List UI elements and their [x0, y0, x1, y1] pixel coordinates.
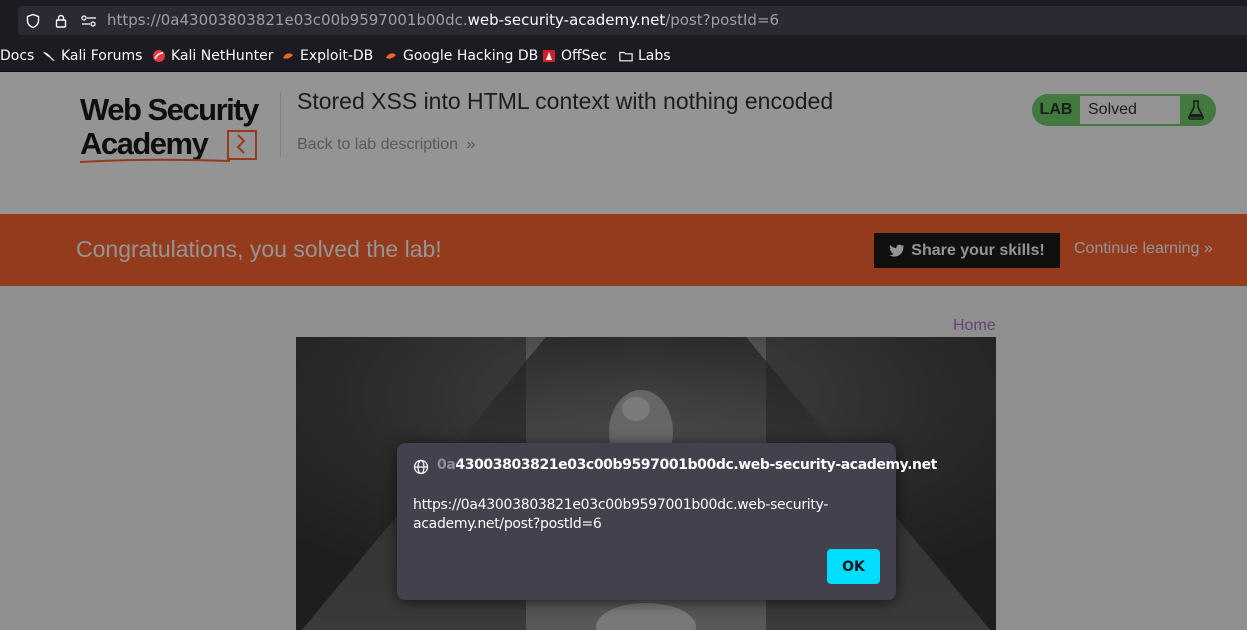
bookmark-docs[interactable]: Docs	[0, 40, 34, 72]
bookmark-label: Kali NetHunter	[171, 48, 274, 64]
bookmark-exploit-db[interactable]: Exploit-DB	[281, 40, 373, 72]
bookmark-ghdb[interactable]: Google Hacking DB	[384, 40, 538, 72]
exploitdb-icon	[281, 49, 295, 63]
bookmark-label: Exploit-DB	[300, 48, 374, 64]
lock-icon[interactable]	[50, 6, 72, 35]
bookmark-label: Docs	[0, 48, 35, 64]
alert-dialog: 0a43003803821e03c00b9597001b00dc.web-sec…	[397, 443, 937, 600]
url-prefix: https://0a43003803821e03c00b9597001b00dc…	[107, 11, 468, 29]
address-bar[interactable]: https://0a43003803821e03c00b9597001b00dc…	[18, 6, 1247, 35]
bookmark-labs[interactable]: Labs	[619, 40, 671, 72]
dialog-origin-clear: 43003803821e03c00b9597001b00dc.web-secur…	[455, 457, 937, 473]
bookmark-label: Labs	[638, 48, 671, 64]
folder-icon	[619, 49, 633, 63]
bookmarks-toolbar: Docs Kali Forums Kali NetHunter Exploit-…	[0, 40, 1247, 72]
dialog-origin: 0a43003803821e03c00b9597001b00dc.web-sec…	[437, 457, 937, 473]
permissions-icon[interactable]	[78, 6, 100, 35]
url-path: /post?postId=6	[665, 11, 780, 29]
bookmark-label: Kali Forums	[61, 48, 143, 64]
bookmark-label: OffSec	[561, 48, 607, 64]
kali-dragon-icon	[42, 49, 56, 63]
shield-icon[interactable]	[22, 6, 44, 35]
browser-toolbar: https://0a43003803821e03c00b9597001b00dc…	[0, 0, 1247, 40]
bookmark-kali-nethunter[interactable]: Kali NetHunter	[152, 40, 273, 72]
url-text[interactable]: https://0a43003803821e03c00b9597001b00dc…	[107, 6, 779, 35]
offsec-icon	[542, 49, 556, 63]
url-domain: web-security-academy.net	[467, 11, 666, 29]
ghdb-icon	[384, 49, 398, 63]
dialog-origin-faded: 0a	[437, 457, 456, 473]
bookmark-kali-forums[interactable]: Kali Forums	[42, 40, 142, 72]
globe-icon	[413, 459, 429, 475]
dialog-message: https://0a43003803821e03c00b9597001b00dc…	[413, 497, 829, 532]
bookmark-label: Google Hacking DB	[403, 48, 539, 64]
nethunter-icon	[152, 49, 166, 63]
bookmark-offsec[interactable]: OffSec	[542, 40, 607, 72]
ok-button[interactable]: OK	[827, 549, 880, 584]
